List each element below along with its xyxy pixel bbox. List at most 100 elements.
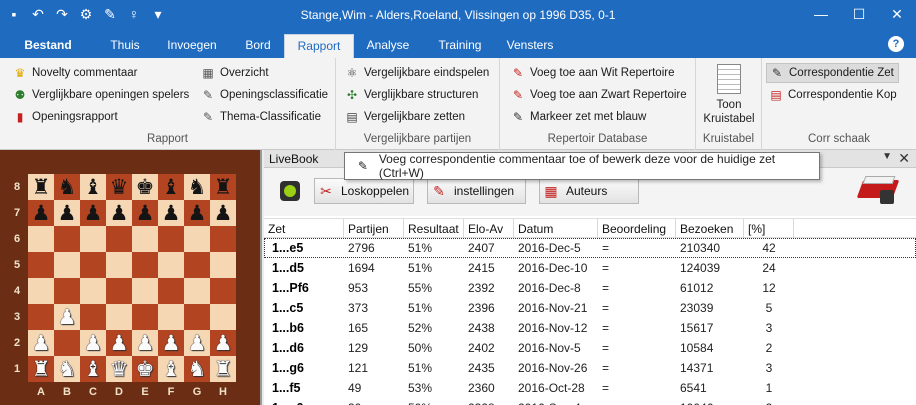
- board-square-b2[interactable]: [54, 330, 80, 356]
- voeg-toe-wit-repertoire-button[interactable]: ✎ Voeg toe aan Wit Repertoire: [510, 63, 675, 83]
- vergelijkbare-openingen-spelers-button[interactable]: ⚉ Verglijkbare openingen spelers: [12, 85, 190, 105]
- board-square-c6[interactable]: [80, 226, 106, 252]
- black-queen-icon[interactable]: ♛: [106, 174, 132, 200]
- panel-close-icon[interactable]: ✕: [898, 150, 910, 167]
- column-header-beoordeling[interactable]: Beoordeling: [598, 219, 676, 239]
- tab-bestand[interactable]: Bestand: [8, 34, 88, 58]
- vergelijkbare-structuren-button[interactable]: ✣ Verglijkbare structuren: [344, 85, 478, 105]
- board-square-c5[interactable]: [80, 252, 106, 278]
- black-bishop-icon[interactable]: ♝: [80, 174, 106, 200]
- white-pawn-icon[interactable]: ♟: [158, 330, 184, 356]
- table-row[interactable]: 1...e5 2796 51% 2407 2016-Dec-5 = 210340 42: [264, 238, 916, 258]
- board-square-e3[interactable]: [132, 304, 158, 330]
- board-square-h3[interactable]: [210, 304, 236, 330]
- column-header-partijen[interactable]: Partijen: [344, 219, 404, 239]
- black-knight-icon[interactable]: ♞: [54, 174, 80, 200]
- table-row[interactable]: 1...g6 121 51% 2435 2016-Nov-26 = 14371 3: [264, 358, 916, 378]
- vergelijkbare-zetten-button[interactable]: ▤ Vergelijkbare zetten: [344, 107, 465, 127]
- black-rook-icon[interactable]: ♜: [210, 174, 236, 200]
- tab-training[interactable]: Training: [430, 34, 490, 58]
- black-pawn-icon[interactable]: ♟: [106, 200, 132, 226]
- board-square-a6[interactable]: [28, 226, 54, 252]
- correspondentie-kop-button[interactable]: ▤ Correspondentie Kop: [768, 85, 896, 105]
- black-king-icon[interactable]: ♚: [132, 174, 158, 200]
- board-square-g3[interactable]: [184, 304, 210, 330]
- board-square-b5[interactable]: [54, 252, 80, 278]
- column-header-bezoeken[interactable]: Bezoeken: [676, 219, 744, 239]
- overzicht-button[interactable]: ▦ Overzicht: [200, 63, 268, 83]
- board-square-h6[interactable]: [210, 226, 236, 252]
- board-square-d6[interactable]: [106, 226, 132, 252]
- loskoppelen-button[interactable]: ✂ Loskoppelen: [314, 178, 414, 204]
- chess-board[interactable]: ♜ ♞ ♝ ♛ ♚ ♝ ♞ ♜ ♟ ♟ ♟ ♟ ♟ ♟ ♟ ♟ ♟ ♟ ♟ ♟ ♟ ♟ ♟ ♟ ♜ ♞ ♝ ♛ ♚ ♝ ♞ ♜: [28, 174, 236, 382]
- white-pawn-icon[interactable]: ♟: [80, 330, 106, 356]
- tab-thuis[interactable]: Thuis: [100, 34, 150, 58]
- close-window-button[interactable]: ✕: [878, 0, 916, 30]
- black-pawn-icon[interactable]: ♟: [158, 200, 184, 226]
- table-row[interactable]: 1...Pf6 953 55% 2392 2016-Dec-8 = 61012 12: [264, 278, 916, 298]
- black-knight-icon[interactable]: ♞: [184, 174, 210, 200]
- white-rook-icon[interactable]: ♜: [210, 356, 236, 382]
- novelty-commentaar-button[interactable]: ♛ Novelty commentaar: [12, 63, 138, 83]
- board-square-a3[interactable]: [28, 304, 54, 330]
- board-square-e5[interactable]: [132, 252, 158, 278]
- board-square-g4[interactable]: [184, 278, 210, 304]
- column-header-resultaat[interactable]: Resultaat: [404, 219, 464, 239]
- board-square-h5[interactable]: [210, 252, 236, 278]
- table-row[interactable]: 1...d5 1694 51% 2415 2016-Dec-10 = 124039 24: [264, 258, 916, 278]
- table-row[interactable]: 1...e63050%23282016-Sep-4=100462: [264, 398, 916, 405]
- board-square-g6[interactable]: [184, 226, 210, 252]
- white-pawn-icon[interactable]: ♟: [210, 330, 236, 356]
- white-knight-icon[interactable]: ♞: [184, 356, 210, 382]
- black-pawn-icon[interactable]: ♟: [132, 200, 158, 226]
- white-pawn-icon[interactable]: ♟: [28, 330, 54, 356]
- correspondentie-zet-button[interactable]: ✎ Correspondentie Zet: [766, 63, 899, 83]
- vergelijkbare-eindspelen-button[interactable]: ⚛ Vergelijkbare eindspelen: [344, 63, 490, 83]
- live-toggle-button[interactable]: [280, 181, 300, 201]
- markeer-zet-blauw-button[interactable]: ✎ Markeer zet met blauw: [510, 107, 646, 127]
- black-pawn-icon[interactable]: ♟: [184, 200, 210, 226]
- black-pawn-icon[interactable]: ♟: [210, 200, 236, 226]
- maximize-button[interactable]: ☐: [840, 0, 878, 30]
- table-row[interactable]: 1...f5 49 53% 2360 2016-Oct-28 = 6541 1: [264, 378, 916, 398]
- board-square-d5[interactable]: [106, 252, 132, 278]
- board-square-e4[interactable]: [132, 278, 158, 304]
- auteurs-button[interactable]: ▦ Auteurs: [539, 178, 639, 204]
- voeg-toe-zwart-repertoire-button[interactable]: ✎ Voeg toe aan Zwart Repertoire: [510, 85, 687, 105]
- white-pawn-icon[interactable]: ♟: [132, 330, 158, 356]
- black-pawn-icon[interactable]: ♟: [28, 200, 54, 226]
- board-square-c3[interactable]: [80, 304, 106, 330]
- black-rook-icon[interactable]: ♜: [28, 174, 54, 200]
- white-knight-icon[interactable]: ♞: [54, 356, 80, 382]
- table-row[interactable]: 1...c5 373 51% 2396 2016-Nov-21 = 23039 5: [264, 298, 916, 318]
- thema-classificatie-button[interactable]: ✎ Thema-Classificatie: [200, 107, 321, 127]
- board-square-f6[interactable]: [158, 226, 184, 252]
- column-header-pct[interactable]: [%]: [744, 219, 794, 239]
- black-bishop-icon[interactable]: ♝: [158, 174, 184, 200]
- board-square-g5[interactable]: [184, 252, 210, 278]
- board-square-f3[interactable]: [158, 304, 184, 330]
- white-queen-icon[interactable]: ♛: [106, 356, 132, 382]
- white-pawn-icon[interactable]: ♟: [54, 304, 80, 330]
- white-bishop-icon[interactable]: ♝: [80, 356, 106, 382]
- white-bishop-icon[interactable]: ♝: [158, 356, 184, 382]
- board-square-d3[interactable]: [106, 304, 132, 330]
- panel-menu-icon[interactable]: ▼: [882, 151, 892, 162]
- black-pawn-icon[interactable]: ♟: [54, 200, 80, 226]
- board-square-b4[interactable]: [54, 278, 80, 304]
- board-square-b6[interactable]: [54, 226, 80, 252]
- tab-bord[interactable]: Bord: [236, 34, 280, 58]
- table-row[interactable]: 1...b6 165 52% 2438 2016-Nov-12 = 15617 3: [264, 318, 916, 338]
- table-row[interactable]: 1...d6 129 50% 2402 2016-Nov-5 = 10584 2: [264, 338, 916, 358]
- board-square-a4[interactable]: [28, 278, 54, 304]
- board-square-d4[interactable]: [106, 278, 132, 304]
- column-header-zet[interactable]: Zet: [264, 219, 344, 239]
- minimize-button[interactable]: —: [802, 0, 840, 30]
- column-header-elo[interactable]: Elo-Av: [464, 219, 514, 239]
- help-icon[interactable]: ?: [888, 36, 904, 52]
- black-pawn-icon[interactable]: ♟: [80, 200, 106, 226]
- tab-rapport[interactable]: Rapport: [284, 34, 354, 58]
- board-square-f5[interactable]: [158, 252, 184, 278]
- column-header-datum[interactable]: Datum: [514, 219, 598, 239]
- board-square-e6[interactable]: [132, 226, 158, 252]
